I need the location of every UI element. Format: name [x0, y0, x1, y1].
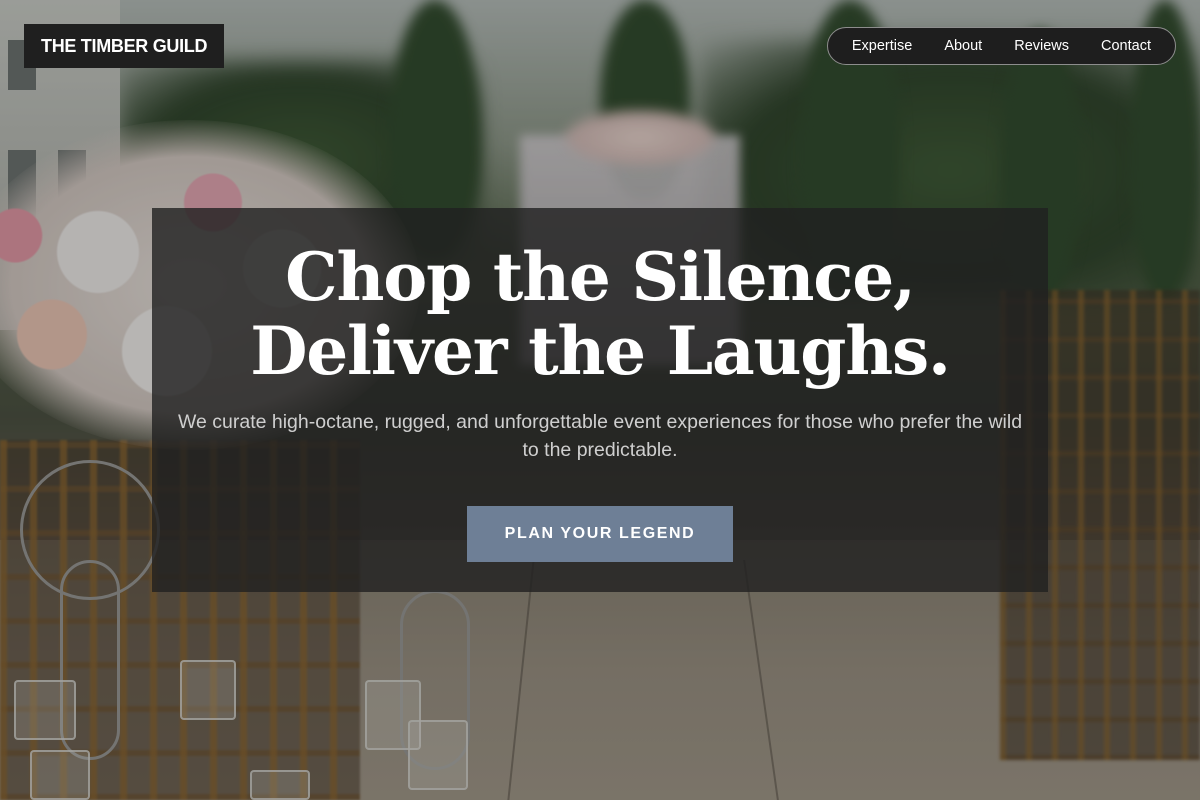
nav-link-reviews[interactable]: Reviews [998, 27, 1085, 65]
hero-headline: Chop the Silence, Deliver the Laughs. [250, 238, 951, 390]
brand-name: THE TIMBER GUILD [41, 35, 208, 56]
hero-subtext: We curate high-octane, rugged, and unfor… [177, 411, 1023, 461]
plan-your-legend-button[interactable]: PLAN YOUR LEGEND [467, 506, 733, 562]
nav-link-contact[interactable]: Contact [1085, 27, 1167, 65]
top-nav: Expertise About Reviews Contact [826, 27, 1176, 65]
nav-link-about[interactable]: About [928, 27, 998, 65]
brand-logo[interactable]: THE TIMBER GUILD [24, 24, 225, 68]
nav-link-expertise[interactable]: Expertise [836, 27, 928, 65]
hero-card: Chop the Silence, Deliver the Laughs. We… [152, 208, 1048, 592]
